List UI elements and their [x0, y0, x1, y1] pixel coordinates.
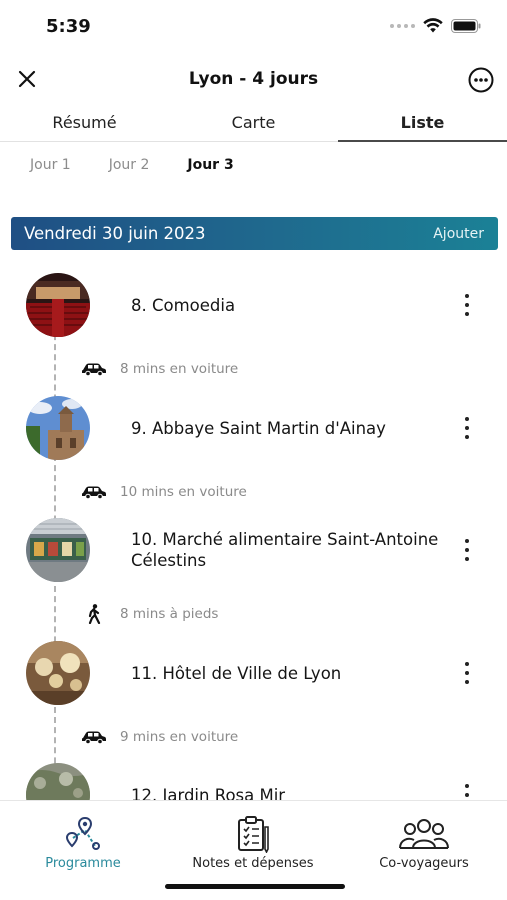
nav-notes-depenses[interactable]: Notes et dépenses [173, 815, 333, 871]
more-icon [468, 67, 494, 93]
place-name: 12. Jardin Rosa Mir [131, 785, 286, 801]
place-name: 9. Abbaye Saint Martin d'Ainay [131, 418, 386, 438]
transit-info: 9 mins en voiture [80, 727, 238, 747]
clipboard-icon [173, 815, 333, 853]
car-icon [80, 728, 108, 746]
list-item[interactable]: 11. Hôtel de Ville de Lyon [0, 640, 507, 706]
status-icons [390, 18, 481, 33]
list-item[interactable]: 10. Marché alimentaire Saint-Antoine Cél… [0, 517, 507, 583]
day-tab-3[interactable]: Jour 3 [187, 157, 233, 173]
status-bar: 5:39 [0, 0, 507, 54]
day-tab-2[interactable]: Jour 2 [109, 157, 150, 173]
place-photo [26, 763, 90, 800]
transit-duration: 10 mins en voiture [120, 484, 247, 500]
date-banner: Vendredi 30 juin 2023 Ajouter [11, 217, 498, 250]
item-menu-button[interactable] [461, 539, 473, 561]
item-menu-button[interactable] [461, 662, 473, 684]
page-title: Lyon - 4 jours [188, 69, 319, 89]
place-name: 10. Marché alimentaire Saint-Antoine Cél… [131, 530, 439, 570]
nav-notes-label: Notes et dépenses [192, 856, 314, 871]
transit-info: 8 mins en voiture [80, 359, 238, 379]
car-icon [80, 483, 108, 501]
transit-duration: 8 mins à pieds [120, 606, 219, 622]
view-tabs: Résumé Carte Liste [0, 106, 507, 142]
status-time: 5:39 [46, 16, 91, 37]
place-photo [26, 396, 90, 460]
header: Lyon - 4 jours [0, 58, 507, 102]
place-photo [26, 641, 90, 705]
day-tab-1[interactable]: Jour 1 [30, 157, 71, 173]
nav-co-voyageurs-label: Co-voyageurs [379, 856, 469, 871]
item-menu-button[interactable] [461, 294, 473, 316]
add-button[interactable]: Ajouter [433, 226, 484, 242]
place-name: 11. Hôtel de Ville de Lyon [131, 663, 342, 683]
transit-duration: 9 mins en voiture [120, 729, 239, 745]
transit-duration: 8 mins en voiture [120, 361, 239, 377]
transit-info: 10 mins en voiture [80, 482, 247, 502]
tab-liste[interactable]: Liste [338, 106, 507, 142]
group-icon [344, 815, 504, 853]
list-item[interactable]: 8. Comoedia [0, 272, 507, 338]
place-name: 8. Comoedia [131, 295, 236, 315]
signal-icon [390, 23, 415, 28]
route-icon [3, 815, 163, 853]
date-label: Vendredi 30 juin 2023 [24, 224, 206, 243]
place-photo [26, 518, 90, 582]
home-indicator [165, 884, 345, 889]
item-menu-button[interactable] [461, 784, 473, 800]
itinerary-list: 8. Comoedia 8 mins en voiture 9. Abbaye … [0, 262, 507, 800]
item-menu-button[interactable] [461, 417, 473, 439]
list-item[interactable]: 9. Abbaye Saint Martin d'Ainay [0, 395, 507, 461]
nav-programme[interactable]: Programme [3, 815, 163, 871]
nav-programme-label: Programme [45, 856, 121, 871]
day-tabs: Jour 1 Jour 2 Jour 3 [30, 157, 234, 173]
transit-info: 8 mins à pieds [80, 604, 218, 624]
wifi-icon [423, 18, 443, 33]
nav-co-voyageurs[interactable]: Co-voyageurs [344, 815, 504, 871]
battery-icon [451, 18, 481, 33]
walking-icon [80, 604, 108, 624]
more-options-button[interactable] [467, 66, 495, 94]
car-icon [80, 360, 108, 378]
place-photo [26, 273, 90, 337]
tab-carte[interactable]: Carte [169, 106, 338, 141]
tab-resume[interactable]: Résumé [0, 106, 169, 141]
list-item[interactable]: 12. Jardin Rosa Mir [0, 762, 507, 800]
